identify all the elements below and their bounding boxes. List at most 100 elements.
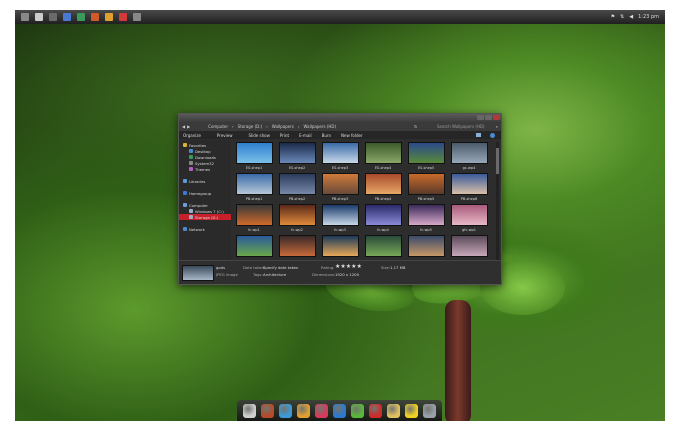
thumbnail-image [407, 204, 445, 226]
nav-item[interactable]: Themes [179, 166, 231, 172]
taskbar-app-icon[interactable] [63, 13, 71, 21]
scrollbar[interactable] [496, 142, 499, 261]
dock-app-6-icon[interactable] [333, 403, 346, 418]
dock-app-8-icon[interactable] [369, 403, 382, 418]
address-bar[interactable]: ◀ ▶ Computer › Storage (D:) › Wallpapers… [179, 122, 501, 131]
date-value[interactable]: Specify date taken [263, 265, 298, 270]
breadcrumb-item[interactable]: Wallpapers (HD) [303, 124, 336, 129]
taskbar-app-icon[interactable] [133, 13, 141, 21]
taskbar-app-icon[interactable] [105, 13, 113, 21]
thumbnail-image [407, 142, 445, 164]
nav-item[interactable]: Libraries [179, 178, 231, 184]
file-name-label: PB-shep1 [245, 197, 263, 201]
taskbar-app-icon[interactable] [91, 13, 99, 21]
rating-stars[interactable]: ★★★★★ [335, 263, 362, 270]
window-titlebar[interactable] [179, 114, 501, 122]
file-thumbnail[interactable]: PB-shep6 [450, 173, 488, 204]
file-thumbnail[interactable]: ES-shep2 [278, 142, 316, 173]
network-icon[interactable]: ⇅ [620, 14, 624, 20]
search-icon[interactable]: ⌕ [496, 124, 498, 129]
view-options-icon[interactable] [476, 133, 481, 137]
taskbar-app-icon[interactable] [35, 13, 43, 21]
preview-button[interactable]: Preview [217, 133, 233, 138]
dock-app-7-icon[interactable] [351, 403, 364, 418]
thumbnail-image [364, 142, 402, 164]
dock-app-3-icon[interactable] [279, 403, 292, 418]
nav-item-label: System32 [195, 160, 214, 166]
file-thumbnail[interactable] [364, 235, 402, 261]
file-thumbnail[interactable]: PB-shep4 [364, 173, 402, 204]
dock-app-5-icon[interactable] [315, 403, 328, 418]
file-thumbnail[interactable]: fc-wp3 [321, 204, 359, 235]
file-thumbnail[interactable]: PB-shep2 [278, 173, 316, 204]
file-thumbnail[interactable]: gfc-wp1 [450, 204, 488, 235]
file-thumbnail[interactable] [278, 235, 316, 261]
dock-app-11-icon[interactable] [423, 403, 436, 418]
file-name-label: PB-shep2 [288, 197, 306, 201]
file-thumbnail[interactable]: fc-wp5 [407, 204, 445, 235]
file-thumbnail[interactable]: PB-shep5 [407, 173, 445, 204]
file-thumbnail[interactable]: gc-wp4 [450, 142, 488, 173]
slideshow-button[interactable]: Slide show [249, 133, 270, 138]
dock-app-9-icon[interactable] [387, 403, 400, 418]
dock-app-4-icon[interactable] [297, 403, 310, 418]
file-thumbnail[interactable]: ES-shep1 [235, 142, 273, 173]
file-name-label: ES-shep5 [417, 166, 435, 170]
dock-app-1-icon[interactable] [243, 403, 256, 418]
nav-item[interactable]: Network [179, 226, 231, 232]
nav-item[interactable]: Storage (D:) [179, 214, 231, 220]
organize-button[interactable]: Organize [183, 133, 201, 138]
file-thumbnail[interactable]: ES-shep5 [407, 142, 445, 173]
help-icon[interactable] [490, 132, 495, 138]
thumbnail-image [278, 142, 316, 164]
taskbar-app-icon[interactable] [49, 13, 57, 21]
file-thumbnail[interactable]: PB-shep1 [235, 173, 273, 204]
tags-value[interactable]: Architecture [263, 272, 286, 277]
thumbnail-image [450, 173, 488, 195]
explorer-window: ◀ ▶ Computer › Storage (D:) › Wallpapers… [178, 113, 502, 285]
dock-app-10-icon[interactable] [405, 403, 418, 418]
minimize-button[interactable] [477, 115, 484, 120]
scrollbar-thumb[interactable] [496, 148, 499, 174]
breadcrumb-item[interactable]: Computer [208, 124, 228, 129]
taskbar-app-icon[interactable] [77, 13, 85, 21]
file-thumbnail[interactable] [235, 235, 273, 261]
new-folder-button[interactable]: New folder [341, 133, 363, 138]
file-thumbnail[interactable]: ES-shep3 [321, 142, 359, 173]
nav-item-icon [183, 203, 187, 207]
thumbnail-image [321, 204, 359, 226]
file-thumbnail[interactable] [450, 235, 488, 261]
search-input[interactable]: Search Wallpapers (HD) [437, 124, 485, 129]
forward-icon[interactable]: ▶ [187, 124, 190, 129]
file-thumbnail[interactable]: fc-wp1 [235, 204, 273, 235]
refresh-icon[interactable]: ↻ [414, 124, 417, 129]
file-thumbnail[interactable] [321, 235, 359, 261]
email-button[interactable]: E-mail [299, 133, 312, 138]
print-button[interactable]: Print [280, 133, 289, 138]
thumbnail-image [407, 173, 445, 195]
rating-label: Rating: [321, 265, 335, 270]
burn-button[interactable]: Burn [322, 133, 331, 138]
close-button[interactable] [493, 115, 500, 120]
chevron-right-icon: › [266, 124, 268, 129]
nav-item[interactable]: Homegroup [179, 190, 231, 196]
breadcrumb-item[interactable]: Storage (D:) [238, 124, 262, 129]
nav-item-label: Themes [195, 166, 211, 172]
file-thumbnail[interactable]: fc-wp2 [278, 204, 316, 235]
dimensions-value: 1920 x 1200 [335, 272, 359, 277]
maximize-button[interactable] [485, 115, 492, 120]
start-icon[interactable] [21, 13, 29, 21]
file-thumbnail[interactable]: PB-shep3 [321, 173, 359, 204]
back-icon[interactable]: ◀ [182, 124, 185, 129]
thumbnail-image [278, 235, 316, 257]
breadcrumb-item[interactable]: Wallpapers [272, 124, 294, 129]
dock-app-2-icon[interactable] [261, 403, 274, 418]
taskbar-app-icon[interactable] [119, 13, 127, 21]
file-thumbnail[interactable]: fc-wp4 [364, 204, 402, 235]
file-thumbnail[interactable]: ES-shep4 [364, 142, 402, 173]
volume-icon[interactable]: ◀ [629, 14, 633, 20]
clock[interactable]: 1:23 pm [638, 14, 659, 20]
file-thumbnail[interactable] [407, 235, 445, 261]
nav-item-label: Desktop [195, 148, 211, 154]
flag-icon[interactable]: ⚑ [611, 14, 615, 20]
